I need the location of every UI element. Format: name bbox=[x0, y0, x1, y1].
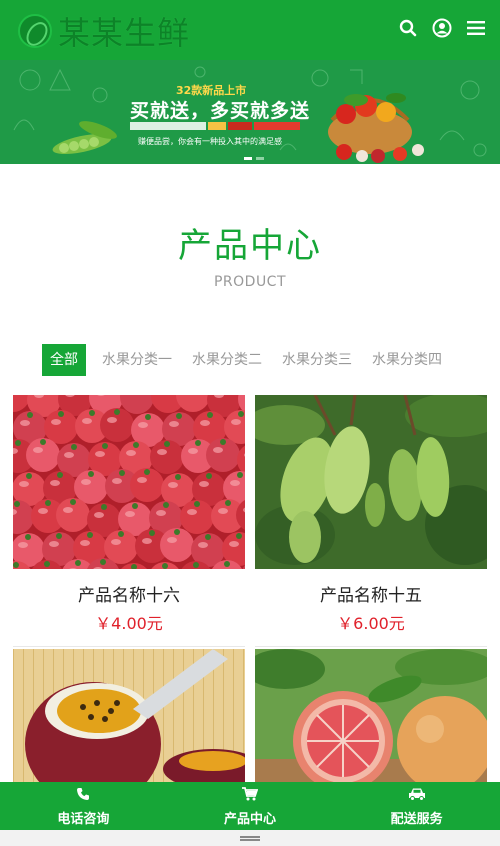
system-home-bar bbox=[0, 830, 500, 846]
banner-note: 赚便品尝，你会有一种投入其中的满足感 bbox=[138, 137, 282, 146]
tab-all[interactable]: 全部 bbox=[42, 344, 86, 376]
product-card[interactable]: 产品名称十五 ￥6.00元 bbox=[255, 395, 487, 647]
site-header: 某某生鲜 bbox=[0, 0, 500, 60]
product-name[interactable]: 产品名称十五 bbox=[255, 581, 487, 606]
tab-category-1[interactable]: 水果分类一 bbox=[94, 344, 180, 376]
nav-label: 产品中心 bbox=[224, 811, 277, 827]
product-name[interactable]: 产品名称十六 bbox=[13, 581, 245, 606]
product-card[interactable] bbox=[255, 649, 487, 782]
section-title: 产品中心 bbox=[178, 226, 322, 266]
product-card[interactable] bbox=[13, 649, 245, 782]
logo-text: 某某生鲜 bbox=[58, 14, 191, 52]
phone-icon bbox=[76, 786, 90, 805]
product-image-mangoes[interactable] bbox=[255, 395, 487, 569]
car-icon bbox=[408, 786, 426, 805]
promo-banner[interactable]: 32款新品上市 买就送，多买就多送 赚便品尝，你会有一种投入其中的满足感 bbox=[0, 60, 500, 164]
product-image-passion-fruit[interactable] bbox=[13, 649, 245, 782]
tab-category-2[interactable]: 水果分类二 bbox=[184, 344, 270, 376]
product-image-grapefruit[interactable] bbox=[255, 649, 487, 782]
nav-phone-consult[interactable]: 电话咨询 bbox=[0, 782, 167, 830]
category-tabs: 全部 水果分类一 水果分类二 水果分类三 水果分类四 bbox=[42, 344, 454, 376]
product-price: ￥6.00元 bbox=[337, 614, 405, 633]
menu-icon[interactable] bbox=[466, 18, 486, 38]
divider bbox=[13, 646, 245, 647]
nav-label: 电话咨询 bbox=[57, 811, 110, 827]
product-image-tomatoes[interactable] bbox=[13, 395, 245, 569]
section-subtitle: PRODUCT bbox=[213, 274, 287, 290]
product-price: ￥4.00元 bbox=[95, 614, 163, 633]
product-card[interactable]: 产品名称十六 ￥4.00元 bbox=[13, 395, 245, 647]
nav-label: 配送服务 bbox=[390, 811, 443, 827]
search-icon[interactable] bbox=[398, 18, 418, 38]
tab-category-3[interactable]: 水果分类三 bbox=[274, 344, 360, 376]
divider bbox=[255, 646, 487, 647]
nav-product-center[interactable]: 产品中心 bbox=[167, 782, 334, 830]
nav-delivery-service[interactable]: 配送服务 bbox=[333, 782, 500, 830]
cart-icon bbox=[242, 786, 259, 805]
banner-title: 买就送，多买就多送 bbox=[130, 100, 311, 122]
site-logo[interactable]: 某某生鲜 bbox=[18, 10, 190, 52]
tab-category-4[interactable]: 水果分类四 bbox=[364, 344, 450, 376]
bottom-nav: 电话咨询 产品中心 配送服务 bbox=[0, 782, 500, 830]
user-icon[interactable] bbox=[432, 18, 452, 38]
logo-leaf-icon bbox=[18, 14, 52, 48]
